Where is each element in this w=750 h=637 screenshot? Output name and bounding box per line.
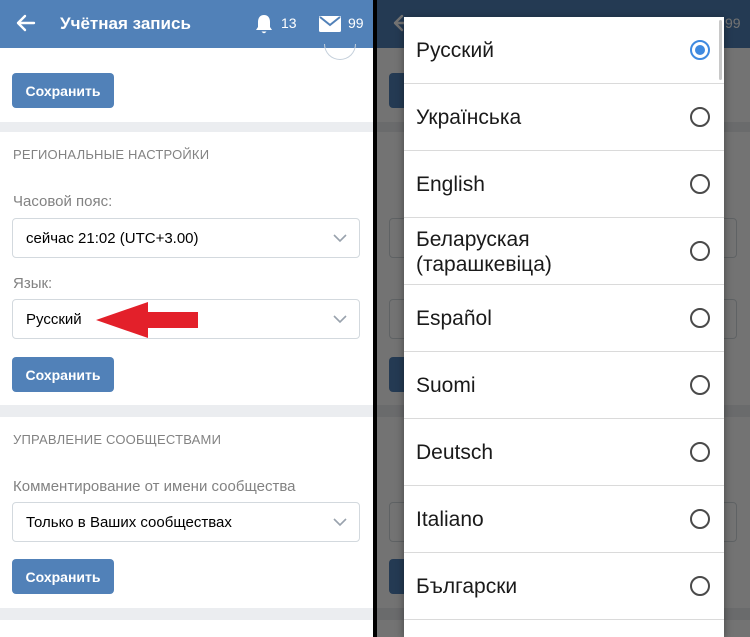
regional-settings-card: РЕГИОНАЛЬНЫЕ НАСТРОЙКИ Часовой пояс: сей… bbox=[0, 132, 373, 405]
language-option-label: English bbox=[416, 173, 485, 196]
page-title: Учётная запись bbox=[60, 14, 191, 33]
save-button[interactable]: Сохранить bbox=[12, 559, 114, 594]
notifications-count[interactable]: 13 bbox=[281, 15, 297, 31]
radio-checked-icon[interactable] bbox=[690, 40, 710, 60]
language-picker-dialog: Русский Українська English Беларуская (тара… bbox=[404, 17, 724, 637]
language-option-label: Русский bbox=[416, 39, 494, 62]
save-button[interactable]: Сохранить bbox=[12, 73, 114, 108]
language-option[interactable]: Українська bbox=[404, 84, 724, 151]
language-option-label: Беларуская (тарашкевіца) bbox=[416, 228, 552, 276]
comment-as-community-label: Комментирование от имени сообщества bbox=[13, 478, 296, 495]
bell-icon[interactable] bbox=[254, 13, 274, 35]
language-value: Русский bbox=[26, 311, 82, 328]
account-card: Сохранить bbox=[0, 44, 373, 122]
comment-as-community-value: Только в Ваших сообществах bbox=[26, 514, 232, 531]
timezone-label: Часовой пояс: bbox=[13, 193, 113, 210]
language-option[interactable]: Español bbox=[404, 285, 724, 352]
section-title: РЕГИОНАЛЬНЫЕ НАСТРОЙКИ bbox=[13, 147, 210, 162]
radio-unchecked-icon[interactable] bbox=[690, 509, 710, 529]
language-option-label: Español bbox=[416, 307, 492, 330]
language-option[interactable]: English bbox=[404, 151, 724, 218]
comment-as-community-select[interactable]: Только в Ваших сообществах bbox=[12, 502, 360, 542]
envelope-icon[interactable] bbox=[319, 16, 341, 32]
settings-screen-left: Учётная запись 13 99 Сохранить РЕГИОНАЛЬ… bbox=[0, 0, 373, 637]
community-management-card: УПРАВЛЕНИЕ СООБЩЕСТВАМИ Комментирование … bbox=[0, 417, 373, 608]
timezone-select[interactable]: сейчас 21:02 (UTC+3.00) bbox=[12, 218, 360, 258]
radio-unchecked-icon[interactable] bbox=[690, 174, 710, 194]
language-label: Язык: bbox=[13, 275, 53, 292]
chevron-down-icon bbox=[333, 315, 347, 324]
language-option-label: Български bbox=[416, 575, 518, 598]
language-option[interactable]: Deutsch bbox=[404, 419, 724, 486]
toggle-switch[interactable] bbox=[324, 44, 356, 60]
language-option[interactable]: Italiano bbox=[404, 486, 724, 553]
radio-unchecked-icon[interactable] bbox=[690, 107, 710, 127]
red-arrow-annotation bbox=[96, 302, 198, 338]
radio-unchecked-icon[interactable] bbox=[690, 442, 710, 462]
next-card-fragment bbox=[0, 620, 373, 637]
save-button[interactable]: Сохранить bbox=[12, 357, 114, 392]
language-option-label: Suomi bbox=[416, 374, 476, 397]
chevron-down-icon bbox=[333, 234, 347, 243]
radio-unchecked-icon[interactable] bbox=[690, 576, 710, 596]
language-option[interactable]: Български bbox=[404, 553, 724, 620]
language-option[interactable]: Русский bbox=[404, 17, 724, 84]
radio-unchecked-icon[interactable] bbox=[690, 375, 710, 395]
app-header: Учётная запись 13 99 bbox=[0, 0, 373, 48]
dialog-scrollbar[interactable] bbox=[719, 20, 722, 80]
section-title: УПРАВЛЕНИЕ СООБЩЕСТВАМИ bbox=[13, 432, 222, 447]
language-option-label: Deutsch bbox=[416, 441, 494, 464]
radio-unchecked-icon[interactable] bbox=[690, 308, 710, 328]
language-option-label: Українська bbox=[416, 106, 522, 129]
chevron-down-icon bbox=[333, 518, 347, 527]
back-arrow-icon[interactable] bbox=[14, 12, 36, 34]
messages-count[interactable]: 99 bbox=[348, 15, 364, 31]
timezone-value: сейчас 21:02 (UTC+3.00) bbox=[26, 230, 199, 247]
language-option[interactable]: Suomi bbox=[404, 352, 724, 419]
language-option[interactable]: Беларуская (тарашкевіца) bbox=[404, 218, 724, 285]
radio-unchecked-icon[interactable] bbox=[690, 241, 710, 261]
language-option-label: Italiano bbox=[416, 508, 484, 531]
